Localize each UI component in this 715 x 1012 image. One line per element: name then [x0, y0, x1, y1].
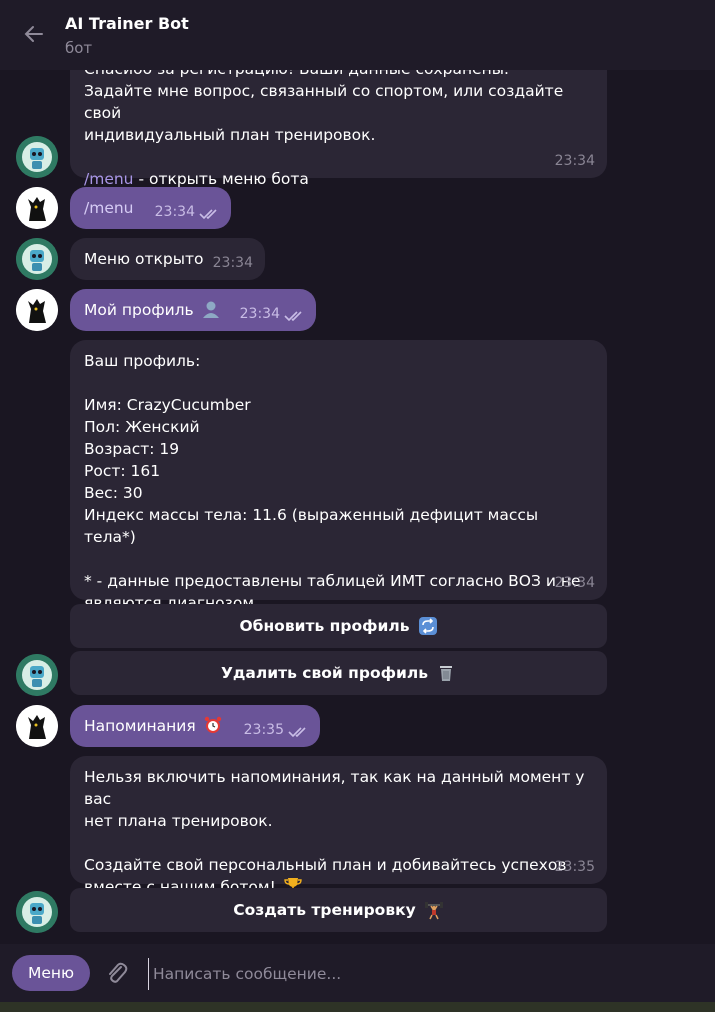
menu-command-link[interactable]: /menu: [84, 170, 134, 188]
chat-title[interactable]: AI Trainer Bot: [65, 14, 189, 33]
bot-menu-button[interactable]: Меню: [12, 955, 90, 991]
user-avatar[interactable]: [16, 289, 58, 331]
bot-avatar[interactable]: [16, 891, 58, 933]
bust-silhouette-icon: [202, 301, 219, 318]
chat-header: AI Trainer Bot бот: [0, 0, 715, 70]
user-message-reminders: Напоминания 23:35: [70, 705, 320, 747]
message-text: Нельзя включить напоминания, так как на …: [84, 768, 585, 896]
user-avatar[interactable]: [16, 705, 58, 747]
message-text: /menu: [84, 199, 134, 217]
message-text: Ваш профиль: Имя: CrazyCucumber Пол: Жен…: [84, 352, 581, 612]
message-time: 23:34: [212, 255, 253, 271]
update-profile-button[interactable]: Обновить профиль: [70, 604, 607, 648]
button-label: Обновить профиль: [239, 617, 410, 635]
bot-message-no-plan: Нельзя включить напоминания, так как на …: [70, 756, 607, 896]
bot-avatar[interactable]: [16, 654, 58, 696]
user-message-menu: /menu 23:34: [70, 187, 231, 229]
message-time: 23:34: [554, 575, 595, 591]
message-text: Мой профиль: [84, 301, 194, 319]
chat-subtitle: бот: [65, 39, 93, 57]
message-text: Меню открыто: [84, 250, 204, 268]
read-ticks-icon: [288, 727, 306, 738]
alarm-clock-icon: [204, 716, 221, 733]
weight-lifter-icon: [424, 902, 443, 920]
delete-profile-button[interactable]: Удалить свой профиль: [70, 651, 607, 695]
message-time: 23:34: [154, 204, 195, 220]
message-text: Задайте мне вопрос, связанный со спортом…: [84, 82, 564, 144]
message-time: 23:35: [243, 722, 284, 738]
bot-message-menu-opened: Меню открыто 23:34: [70, 238, 265, 280]
message-text: - открыть меню бота: [133, 170, 309, 188]
user-message-profile: Мой профиль 23:34: [70, 289, 316, 331]
message-time: 23:35: [554, 859, 595, 875]
message-input[interactable]: [148, 958, 695, 990]
bottom-strip: [0, 1002, 715, 1012]
message-composer: Меню: [0, 944, 715, 1002]
paperclip-icon[interactable]: [104, 960, 130, 986]
bot-avatar[interactable]: [16, 136, 58, 178]
user-avatar[interactable]: [16, 187, 58, 229]
message-text: Напоминания: [84, 717, 196, 735]
chat-area[interactable]: Спасибо за регистрацию! Ваши данные сохр…: [0, 0, 715, 944]
read-ticks-icon: [199, 209, 217, 220]
bot-message-profile-details: Ваш профиль: Имя: CrazyCucumber Пол: Жен…: [70, 340, 607, 612]
button-label: Удалить свой профиль: [220, 664, 429, 682]
bot-avatar[interactable]: [16, 238, 58, 280]
create-training-button[interactable]: Создать тренировку: [70, 888, 607, 932]
button-label: Создать тренировку: [233, 901, 416, 919]
wastebasket-icon: [440, 666, 453, 681]
message-time: 23:34: [554, 153, 595, 169]
arrow-left-icon[interactable]: [22, 22, 46, 46]
repeat-arrows-icon: [418, 617, 437, 635]
read-ticks-icon: [284, 311, 302, 322]
message-time: 23:34: [239, 306, 280, 322]
